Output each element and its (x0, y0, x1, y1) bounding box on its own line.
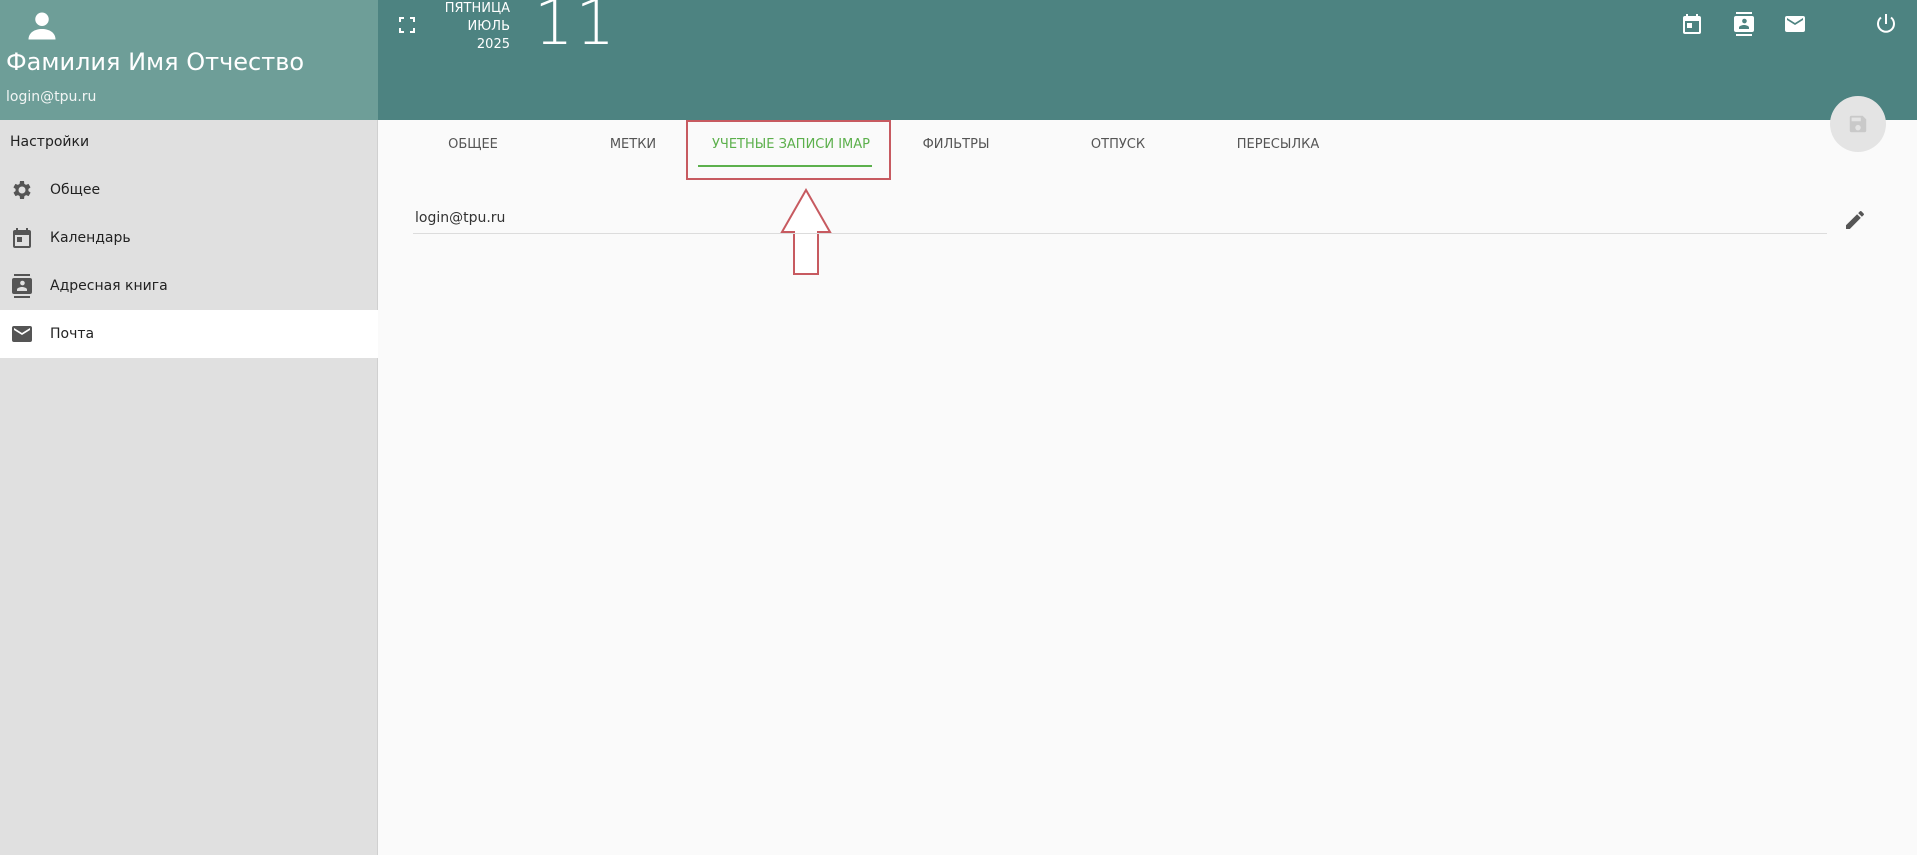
sidebar-item-mail[interactable]: Почта (0, 310, 378, 358)
save-icon (1849, 115, 1867, 133)
user-card: Фамилия Имя Отчество login@tpu.ru (0, 0, 378, 120)
top-bar: ПЯТНИЦА ИЮЛЬ 2025 11 (378, 0, 1917, 120)
calendar-icon (10, 226, 34, 250)
tab-general[interactable]: ОБЩЕЕ (418, 120, 528, 168)
edit-icon[interactable] (1843, 208, 1867, 232)
user-name: Фамилия Имя Отчество (6, 48, 305, 76)
sidebar-item-label: Адресная книга (50, 278, 168, 294)
settings-tabs: ОБЩЕЕ МЕТКИ УЧЕТНЫЕ ЗАПИСИ IMAP ФИЛЬТРЫ … (378, 120, 1917, 180)
mail-icon (10, 322, 34, 346)
sidebar-item-label: Почта (50, 326, 95, 342)
day-number: 11 (534, 0, 617, 59)
imap-account-row[interactable]: login@tpu.ru (413, 204, 1827, 234)
sidebar-item-label: Общее (50, 182, 101, 198)
imap-account-login: login@tpu.ru (415, 210, 506, 226)
year: 2025 (476, 37, 510, 52)
sidebar-item-calendar[interactable]: Календарь (0, 214, 378, 262)
save-button[interactable] (1830, 96, 1886, 152)
sidebar-item-label: Календарь (50, 230, 131, 246)
settings-section-title: Настройки (10, 134, 90, 150)
contacts-icon (10, 274, 34, 298)
sidebar-item-address-book[interactable]: Адресная книга (0, 262, 378, 310)
user-avatar-icon (28, 12, 56, 40)
weekday: ПЯТНИЦА (444, 1, 510, 16)
sidebar-nav: Общее Календарь Адресная книга Почта (0, 166, 378, 358)
calendar-icon[interactable] (1680, 12, 1704, 36)
fullscreen-icon[interactable] (398, 16, 416, 34)
contacts-icon[interactable] (1732, 12, 1756, 36)
date-text: ПЯТНИЦА ИЮЛЬ 2025 (438, 0, 510, 54)
power-icon[interactable] (1874, 12, 1898, 36)
mail-icon[interactable] (1783, 12, 1807, 36)
month: ИЮЛЬ (467, 19, 510, 34)
tab-vacation[interactable]: ОТПУСК (1058, 120, 1178, 168)
tab-filters[interactable]: ФИЛЬТРЫ (896, 120, 1016, 168)
highlight-box (686, 120, 891, 180)
tab-labels[interactable]: МЕТКИ (578, 120, 688, 168)
sidebar: Фамилия Имя Отчество login@tpu.ru Настро… (0, 0, 378, 855)
user-login: login@tpu.ru (6, 89, 97, 105)
sidebar-item-general[interactable]: Общее (0, 166, 378, 214)
gear-icon (10, 178, 34, 202)
tab-forwarding[interactable]: ПЕРЕСЫЛКА (1218, 120, 1338, 168)
